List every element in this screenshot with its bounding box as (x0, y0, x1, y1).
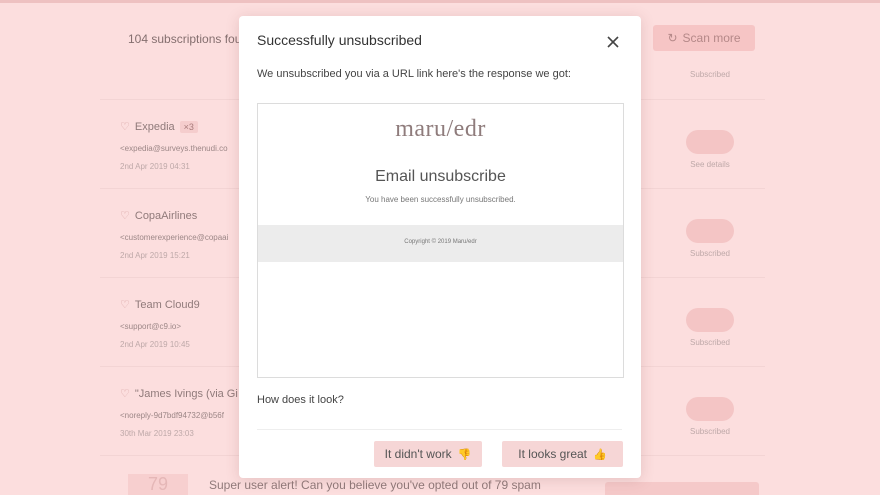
looks-great-label: It looks great (518, 447, 587, 461)
brand-logo: maru/edr (395, 116, 486, 142)
response-footer: Copyright © 2019 Maru/edr (258, 225, 623, 262)
unsubscribe-result-modal: Successfully unsubscribed We unsubscribe… (239, 16, 641, 478)
modal-title: Successfully unsubscribed (257, 32, 422, 48)
response-heading: Email unsubscribe (375, 168, 506, 185)
close-icon[interactable] (605, 34, 621, 50)
didnt-work-label: It didn't work (384, 447, 452, 461)
didnt-work-button[interactable]: It didn't work 👎 (374, 441, 482, 467)
response-copyright: Copyright © 2019 Maru/edr (404, 239, 477, 245)
looks-great-button[interactable]: It looks great 👍 (502, 441, 623, 467)
feedback-question: How does it look? (257, 394, 344, 406)
response-message: You have been successfully unsubscribed. (365, 195, 516, 204)
modal-description: We unsubscribed you via a URL link here'… (257, 68, 571, 80)
thumbs-up-icon: 👍 (593, 448, 607, 461)
thumbs-down-icon: 👎 (457, 448, 472, 461)
response-preview: maru/edr Email unsubscribe You have been… (257, 103, 624, 378)
modal-divider (257, 429, 622, 430)
